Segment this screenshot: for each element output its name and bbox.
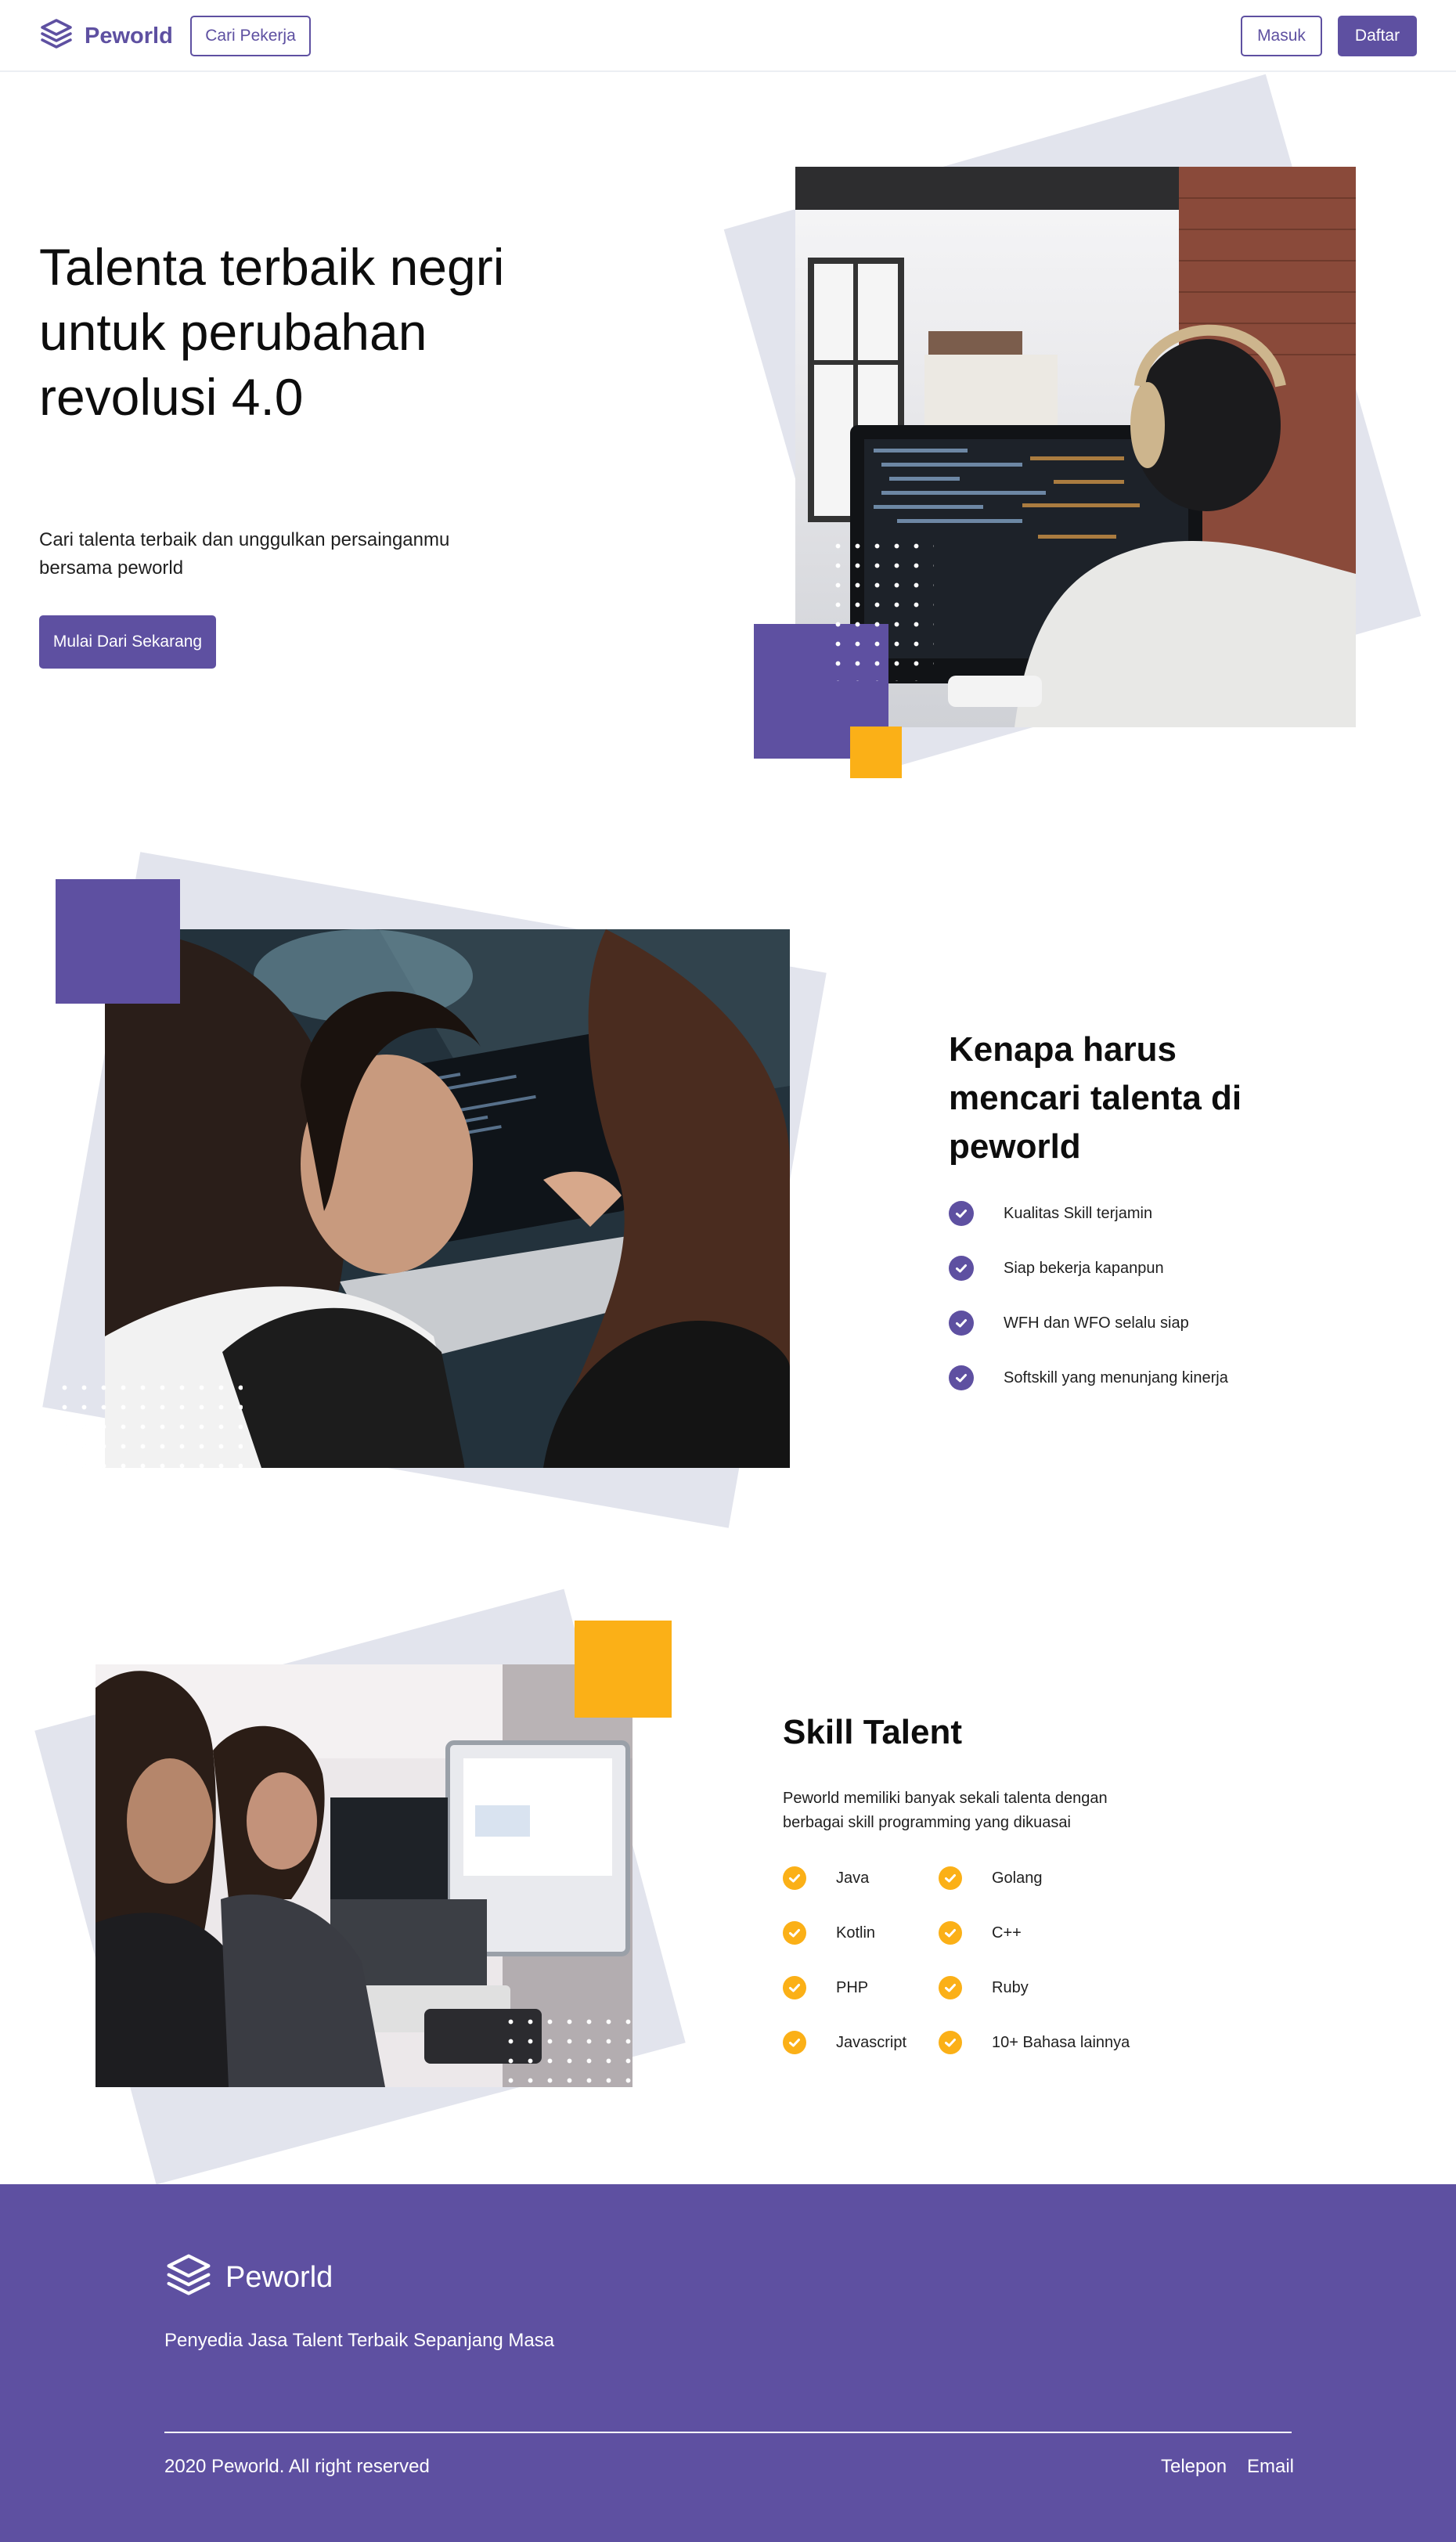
brand-name: Peworld (85, 23, 173, 49)
skills-dot-pattern (501, 2012, 634, 2086)
skill-item: Golang (939, 1866, 1043, 1890)
layers-logo-icon (164, 2252, 213, 2304)
hero-subtitle: Cari talenta terbaik dan unggulkan persa… (39, 529, 450, 579)
brand-logo[interactable]: Peworld (39, 17, 173, 56)
check-circle-icon (939, 2031, 962, 2054)
register-button[interactable]: Daftar (1338, 16, 1417, 56)
skill-item: Java (783, 1866, 869, 1890)
check-circle-icon (783, 1866, 806, 1890)
skill-item: Kotlin (783, 1921, 875, 1945)
skill-label: Kotlin (836, 1924, 876, 1942)
site-footer: Peworld Penyedia Jasa Talent Terbaik Sep… (0, 2184, 1456, 2542)
check-circle-icon (949, 1311, 974, 1336)
top-navbar: Peworld Cari Pekerja Masuk Daftar (0, 0, 1456, 72)
footer-divider (164, 2432, 1292, 2433)
check-circle-icon (939, 1976, 962, 1999)
hero-title: Talenta terbaik negri untuk perubahan re… (39, 238, 505, 426)
skill-label: Ruby (992, 1978, 1029, 1996)
footer-brand-logo[interactable]: Peworld (164, 2252, 333, 2304)
hero-dot-pattern (828, 536, 934, 681)
skills-description: Peworld memiliki banyak sekali talenta d… (783, 1790, 1108, 1831)
skill-item: PHP (783, 1976, 868, 1999)
footer-copyright: 2020 Peworld. All right reserved (164, 2456, 430, 2477)
skill-label: Javascript (836, 2033, 907, 2051)
footer-tagline: Penyedia Jasa Talent Terbaik Sepanjang M… (164, 2330, 555, 2351)
why-purple-square (56, 879, 180, 1004)
check-circle-icon (783, 2031, 806, 2054)
check-circle-icon (783, 1921, 806, 1945)
skills-title: Skill Talent (783, 1713, 963, 1751)
skill-label: C++ (992, 1924, 1022, 1942)
check-circle-icon (939, 1921, 962, 1945)
footer-phone-link[interactable]: Telepon (1161, 2456, 1227, 2478)
skill-label: Java (836, 1869, 870, 1887)
why-title: Kenapa harus mencari talenta di peworld (949, 1030, 1242, 1166)
why-item-label: Softskill yang menunjang kinerja (1004, 1368, 1228, 1386)
skill-item: 10+ Bahasa lainnya (939, 2031, 1130, 2054)
skills-yellow-square (575, 1621, 672, 1718)
skill-label: Golang (992, 1869, 1043, 1887)
why-item-label: Kualitas Skill terjamin (1004, 1204, 1153, 1222)
skill-item: C++ (939, 1921, 1022, 1945)
check-circle-icon (949, 1365, 974, 1390)
why-list-item: Siap bekerja kapanpun (949, 1256, 1164, 1281)
why-list-item: Softskill yang menunjang kinerja (949, 1365, 1228, 1390)
skill-label: 10+ Bahasa lainnya (992, 2033, 1130, 2051)
find-worker-button[interactable]: Cari Pekerja (190, 16, 311, 56)
why-list-item: WFH dan WFO selalu siap (949, 1311, 1189, 1336)
check-circle-icon (949, 1256, 974, 1281)
start-now-button[interactable]: Mulai Dari Sekarang (39, 615, 216, 669)
skill-item: Javascript (783, 2031, 906, 2054)
skill-label: PHP (836, 1978, 869, 1996)
layers-logo-icon (39, 17, 74, 56)
why-list-item: Kualitas Skill terjamin (949, 1201, 1152, 1226)
why-item-label: Siap bekerja kapanpun (1004, 1259, 1164, 1277)
check-circle-icon (783, 1976, 806, 1999)
check-circle-icon (949, 1201, 974, 1226)
footer-brand-name: Peworld (225, 2261, 333, 2294)
login-button[interactable]: Masuk (1241, 16, 1322, 56)
hero-yellow-square (850, 727, 902, 778)
check-circle-icon (939, 1866, 962, 1890)
why-dot-pattern (55, 1378, 243, 1469)
why-item-label: WFH dan WFO selalu siap (1004, 1314, 1189, 1332)
skill-item: Ruby (939, 1976, 1029, 1999)
footer-email-link[interactable]: Email (1247, 2456, 1294, 2478)
